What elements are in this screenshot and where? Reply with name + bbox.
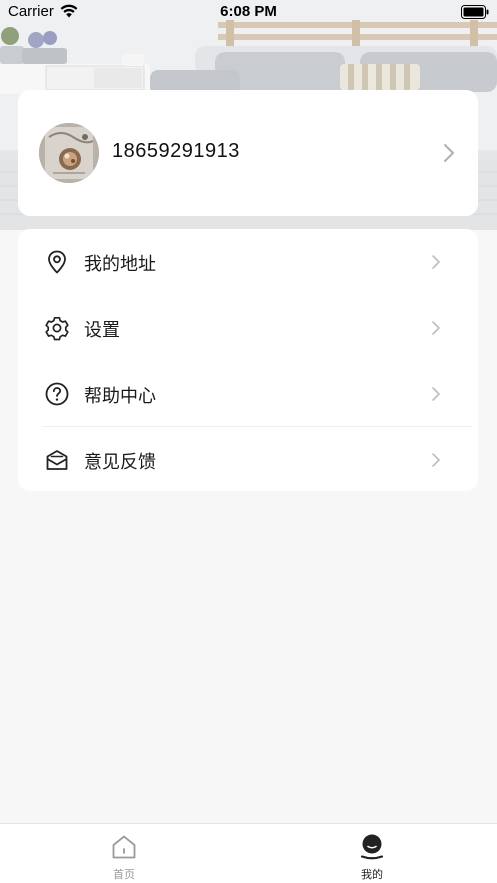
chevron-right-icon [432,321,440,335]
gear-icon [45,316,69,341]
menu-item-label: 我的地址 [84,254,156,275]
menu-item-label: 意见反馈 [84,452,156,473]
menu-item-label: 帮助中心 [84,386,156,407]
tab-mine[interactable]: 我的 [248,824,496,883]
menu-item-help-center[interactable]: 帮助中心 [18,361,478,427]
chevron-right-icon [432,387,440,401]
help-circle-icon [45,382,69,406]
chevron-right-icon [432,453,440,467]
menu-item-my-address[interactable]: 我的地址 [18,229,478,295]
menu-item-settings[interactable]: 设置 [18,295,478,361]
tab-label: 首页 [113,868,135,881]
profile-page: Carrier 6:08 PM 18659291913 我的地址 设置 帮助中心… [0,0,497,883]
battery-full-icon [461,5,489,19]
menu-card: 我的地址 设置 帮助中心 意见反馈 [18,229,478,491]
profile-card[interactable]: 18659291913 [18,90,478,216]
chevron-right-icon [432,255,440,269]
tab-label: 我的 [361,868,383,881]
user-phone-number: 18659291913 [112,140,240,162]
tab-bar: 首页 我的 [0,823,497,883]
menu-item-label: 设置 [84,320,120,341]
chevron-right-icon[interactable] [442,143,456,163]
location-pin-icon [48,250,66,274]
profile-icon [360,834,384,860]
home-icon [112,835,136,859]
user-avatar[interactable] [39,123,99,183]
status-bar: Carrier 6:08 PM [0,0,497,24]
feedback-mail-icon [46,450,68,470]
status-time: 6:08 PM [220,3,277,20]
tab-home[interactable]: 首页 [0,824,248,883]
menu-item-feedback[interactable]: 意见反馈 [18,427,478,493]
